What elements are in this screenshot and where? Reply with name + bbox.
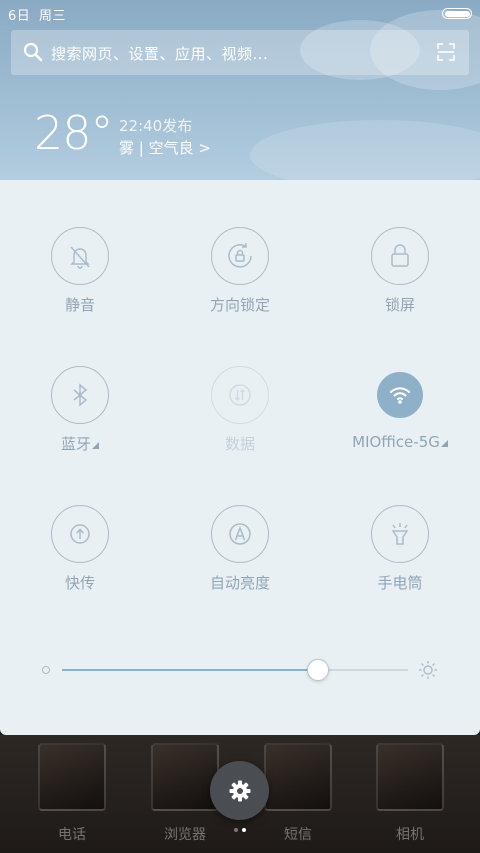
tile-auto-brightness[interactable]: 自动亮度 (160, 505, 320, 625)
app-label: 短信 (284, 827, 312, 843)
brightness-high-icon (419, 661, 437, 679)
tile-label: 蓝牙 (0, 433, 160, 454)
brightness-slider[interactable] (0, 652, 480, 688)
brightness-thumb[interactable] (307, 659, 330, 681)
brightness-fill (62, 669, 319, 671)
wifi-icon (377, 372, 423, 418)
tile-label: 数据 (224, 435, 255, 453)
mobile-data-icon (211, 366, 269, 424)
rotation-lock-icon (211, 227, 269, 285)
date-text: 6日 (8, 9, 31, 24)
temperature[interactable]: 28° (34, 106, 114, 160)
settings-button[interactable] (210, 761, 269, 820)
quick-settings-panel: 静音 方向锁定 锁屏 蓝牙 数据 MIOffice-5G 快传 自动亮度 手电筒 (0, 180, 480, 735)
status-bar: 6日 周三 (0, 0, 480, 28)
tile-label: 锁屏 (384, 296, 415, 314)
scan-icon[interactable] (437, 43, 455, 61)
tile-quick-share[interactable]: 快传 (0, 505, 160, 625)
tile-wifi[interactable]: MIOffice-5G (320, 366, 480, 486)
tile-label: 快传 (64, 574, 95, 592)
wifi-network-label: MIOffice-5G (352, 433, 440, 451)
weekday-text: 周三 (38, 9, 66, 24)
cloud-decoration (250, 120, 480, 180)
tile-silent[interactable]: 静音 (0, 227, 160, 347)
bluetooth-icon (51, 366, 109, 424)
page-indicator-dot (234, 828, 238, 832)
tile-flashlight[interactable]: 手电筒 (320, 505, 480, 625)
gear-icon (229, 780, 250, 801)
search-placeholder: 搜索网页、设置、应用、视频... (51, 45, 269, 63)
search-icon (23, 42, 43, 62)
quick-share-icon (51, 505, 109, 563)
tile-label: MIOffice-5G (320, 433, 480, 451)
tile-label: 静音 (64, 296, 95, 314)
tile-label: 自动亮度 (209, 574, 270, 592)
brightness-low-icon (42, 666, 50, 674)
brightness-track[interactable] (62, 659, 408, 681)
page-indicator-dot-active (242, 828, 246, 832)
app-label: 电话 (58, 827, 86, 843)
weather-header: 6日 周三 搜索网页、设置、应用、视频... 28° 22:40发布 雾 | 空… (0, 0, 480, 180)
app-label: 浏览器 (164, 827, 206, 843)
auto-brightness-icon (211, 505, 269, 563)
weather-publish-time: 22:40发布 (119, 117, 193, 135)
bluetooth-label: 蓝牙 (60, 435, 91, 453)
browser-app-icon[interactable] (151, 743, 219, 811)
camera-app-icon[interactable] (376, 743, 444, 811)
tile-label: 手电筒 (377, 574, 423, 592)
tile-label: 方向锁定 (209, 296, 270, 314)
flashlight-icon (371, 505, 429, 563)
bell-off-icon (51, 227, 109, 285)
expand-corner-icon[interactable] (440, 440, 448, 447)
weather-condition-link[interactable]: 雾 | 空气良 > (119, 137, 211, 158)
messages-app-icon[interactable] (264, 743, 332, 811)
tile-bluetooth[interactable]: 蓝牙 (0, 366, 160, 486)
search-bar[interactable]: 搜索网页、设置、应用、视频... (11, 30, 469, 75)
tile-mobile-data[interactable]: 数据 (160, 366, 320, 486)
app-label: 相机 (396, 827, 424, 843)
phone-app-icon[interactable] (38, 743, 106, 811)
tile-lock-screen[interactable]: 锁屏 (320, 227, 480, 347)
expand-corner-icon[interactable] (92, 442, 99, 449)
status-date: 6日 周三 (8, 5, 66, 24)
battery-icon (442, 8, 472, 19)
tile-rotation-lock[interactable]: 方向锁定 (160, 227, 320, 347)
lock-icon (371, 227, 429, 285)
home-screen-dock: 电话 浏览器 短信 相机 (0, 735, 480, 853)
